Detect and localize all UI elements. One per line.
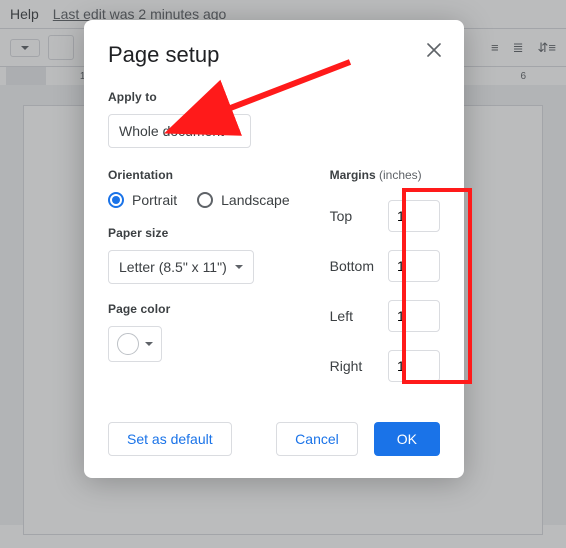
chevron-down-icon xyxy=(232,129,240,137)
orientation-portrait-label: Portrait xyxy=(132,192,177,208)
margin-bottom-input[interactable] xyxy=(388,250,440,282)
close-icon xyxy=(427,43,441,57)
cancel-button[interactable]: Cancel xyxy=(276,422,358,456)
orientation-portrait-radio[interactable]: Portrait xyxy=(108,192,177,208)
margin-top-input[interactable] xyxy=(388,200,440,232)
margin-right-label: Right xyxy=(330,358,363,374)
paper-size-label: Paper size xyxy=(108,226,290,240)
margin-right-row: Right xyxy=(330,350,440,382)
apply-to-select[interactable]: Whole document xyxy=(108,114,251,148)
orientation-label: Orientation xyxy=(108,168,290,182)
margin-left-row: Left xyxy=(330,300,440,332)
margins-label: Margins (inches) xyxy=(330,168,440,182)
dialog-footer: Set as default Cancel OK xyxy=(108,422,440,456)
page-color-label: Page color xyxy=(108,302,290,316)
radio-selected-icon xyxy=(108,192,124,208)
set-as-default-button[interactable]: Set as default xyxy=(108,422,232,456)
paper-size-value: Letter (8.5" x 11") xyxy=(119,259,227,275)
orientation-group: Portrait Landscape xyxy=(108,192,290,208)
page-setup-dialog: Page setup Apply to Whole document Orien… xyxy=(84,20,464,478)
paper-size-select[interactable]: Letter (8.5" x 11") xyxy=(108,250,254,284)
margin-bottom-row: Bottom xyxy=(330,250,440,282)
page-color-select[interactable] xyxy=(108,326,162,362)
margin-right-input[interactable] xyxy=(388,350,440,382)
margin-left-label: Left xyxy=(330,308,353,324)
color-swatch-icon xyxy=(117,333,139,355)
margin-left-input[interactable] xyxy=(388,300,440,332)
chevron-down-icon xyxy=(145,342,153,350)
chevron-down-icon xyxy=(235,265,243,273)
apply-to-value: Whole document xyxy=(119,123,224,139)
apply-to-label: Apply to xyxy=(108,90,440,104)
orientation-landscape-radio[interactable]: Landscape xyxy=(197,192,290,208)
orientation-landscape-label: Landscape xyxy=(221,192,290,208)
radio-unselected-icon xyxy=(197,192,213,208)
margin-top-row: Top xyxy=(330,200,440,232)
margin-top-label: Top xyxy=(330,208,353,224)
ok-button[interactable]: OK xyxy=(374,422,440,456)
close-button[interactable] xyxy=(422,38,446,62)
dialog-title: Page setup xyxy=(108,42,440,68)
margin-bottom-label: Bottom xyxy=(330,258,374,274)
